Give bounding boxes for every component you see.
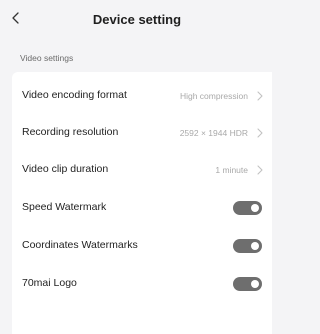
row-value: High compression [179, 91, 248, 101]
header-bar: Device setting [0, 0, 274, 40]
row-label: Video encoding format [22, 89, 127, 101]
toggle-knob [251, 204, 259, 212]
70mai-logo-toggle[interactable] [233, 277, 262, 291]
toggle-knob [251, 242, 259, 250]
row-label: Video clip duration [22, 163, 109, 175]
row-video-clip-duration[interactable]: Video clip duration 1 minute [12, 152, 272, 188]
row-coordinates-watermarks: Coordinates Watermarks [12, 228, 272, 264]
row-value: 1 minute [215, 165, 248, 175]
row-label: Speed Watermark [22, 201, 107, 213]
section-title-video-settings: Video settings [20, 53, 74, 63]
row-label: 70mai Logo [22, 277, 77, 289]
row-value: 2592 × 1944 HDR [179, 128, 248, 138]
settings-card: Video encoding format High compression R… [12, 72, 272, 334]
row-speed-watermark: Speed Watermark [12, 190, 272, 226]
chevron-right-icon [256, 128, 264, 138]
speed-watermark-toggle[interactable] [233, 201, 262, 215]
row-video-encoding-format[interactable]: Video encoding format High compression [12, 78, 272, 114]
page-title: Device setting [92, 12, 182, 27]
row-70mai-logo: 70mai Logo [12, 266, 272, 302]
chevron-right-icon [256, 91, 264, 101]
row-label: Coordinates Watermarks [22, 239, 138, 251]
toggle-knob [251, 280, 259, 288]
row-label: Recording resolution [22, 126, 119, 138]
chevron-right-icon [256, 165, 264, 175]
coordinates-watermarks-toggle[interactable] [233, 239, 262, 253]
row-recording-resolution[interactable]: Recording resolution 2592 × 1944 HDR [12, 115, 272, 151]
